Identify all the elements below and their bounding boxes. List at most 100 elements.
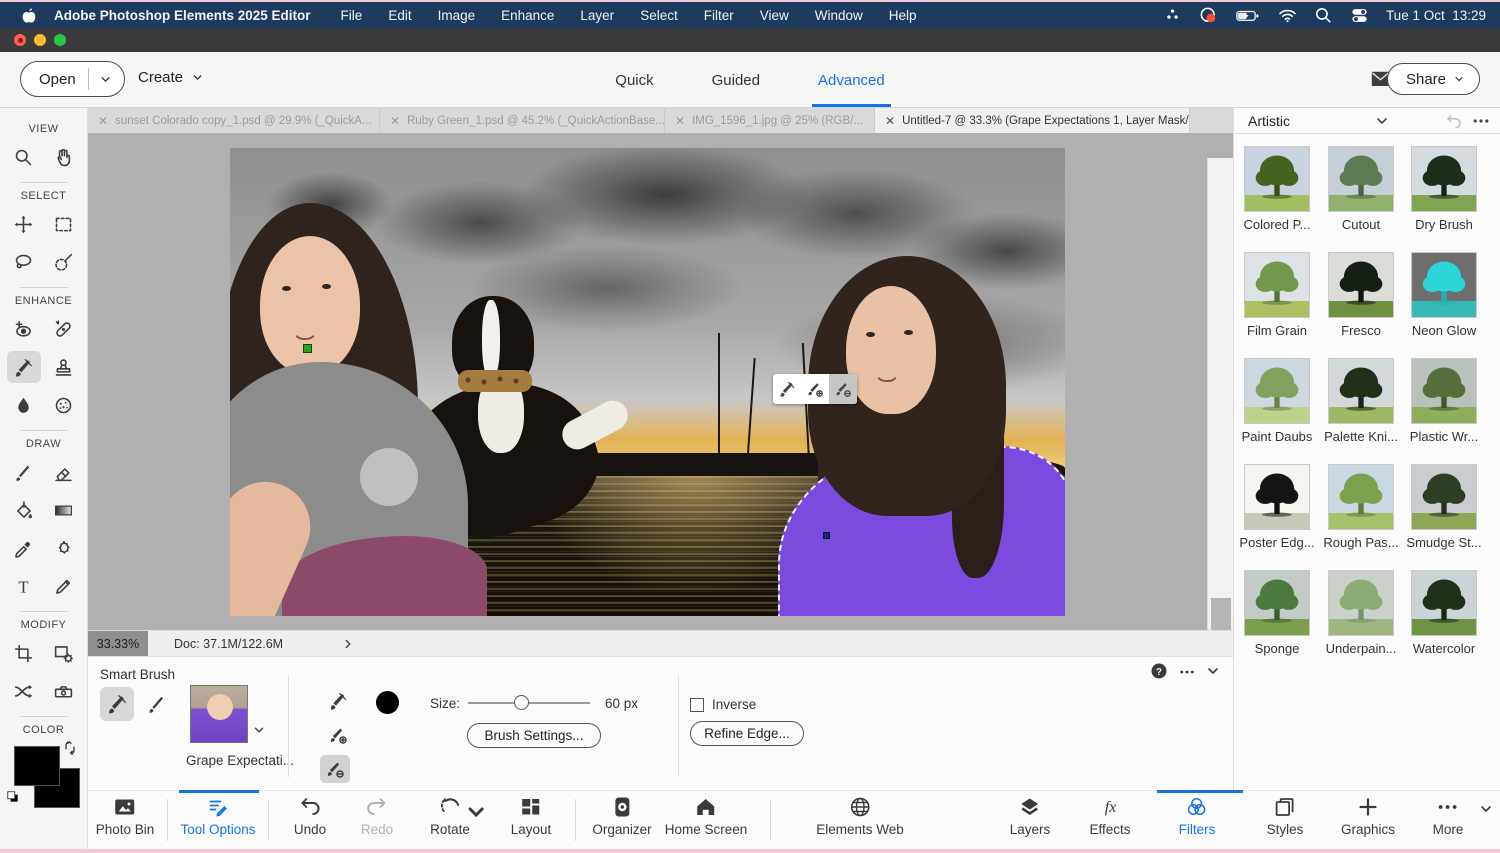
new-selection-button[interactable] [323,687,353,715]
menu-filter[interactable]: Filter [704,8,734,23]
tab-close-icon[interactable]: ✕ [675,114,685,128]
panel-options-icon[interactable] [1178,663,1196,681]
canvas-image[interactable] [230,148,1065,616]
collapse-panel-icon[interactable] [1205,663,1221,679]
spot-healing-tool[interactable] [47,313,81,345]
battery-icon[interactable] [1235,6,1261,25]
wifi-icon[interactable] [1278,6,1297,25]
organizer-button[interactable]: Organizer [592,795,651,837]
menu-enhance[interactable]: Enhance [501,8,554,23]
eyedropper-tool[interactable] [7,532,41,564]
canvas-viewport[interactable] [88,133,1233,630]
menu-layer[interactable]: Layer [580,8,614,23]
spotlight-icon[interactable] [1314,6,1333,25]
vertical-scrollbar[interactable] [1207,158,1233,630]
tab-guided[interactable]: Guided [708,54,764,107]
menu-file[interactable]: File [341,8,363,23]
panel-menu-icon[interactable] [1471,111,1491,131]
menu-window[interactable]: Window [815,8,863,23]
red-eye-tool[interactable] [7,313,41,345]
recompose-tool[interactable] [47,637,81,669]
detail-smart-brush-mode-button[interactable] [140,687,174,721]
reset-filter-icon[interactable] [1445,112,1463,130]
preset-thumbnail[interactable] [190,685,248,743]
filter-thumbnail[interactable] [1244,570,1310,636]
apps-cluster-icon[interactable] [1163,6,1182,25]
crop-tool[interactable] [7,637,41,669]
inverse-checkbox[interactable] [690,698,704,712]
menu-help[interactable]: Help [889,8,917,23]
add-to-selection-button[interactable] [323,721,353,749]
document-tab[interactable]: ✕IMG_1596_1.jpg @ 25% (RGB/... [665,108,875,133]
filter-thumbnail[interactable] [1411,464,1477,530]
zoom-window-button[interactable] [54,34,66,46]
move-tool[interactable] [7,208,41,240]
pencil-tool[interactable] [47,570,81,602]
graphics-button[interactable]: Graphics [1341,795,1395,837]
document-tab[interactable]: ✕Ruby Green_1.psd @ 45.2% (_QuickActionB… [380,108,665,133]
screen-record-icon[interactable] [1199,6,1218,25]
undo-button[interactable]: Undo [294,795,326,837]
refine-edge-button[interactable]: Refine Edge... [690,721,804,746]
close-window-button[interactable] [14,34,26,46]
quick-selection-tool[interactable] [47,246,81,278]
status-expand-icon[interactable] [341,637,355,651]
more-expand-icon[interactable] [1478,801,1494,817]
lasso-tool[interactable] [7,246,41,278]
apple-menu-icon[interactable] [14,6,44,25]
marquee-tool[interactable] [47,208,81,240]
document-tab-active[interactable]: ✕Untitled-7 @ 33.3% (Grape Expectations … [875,108,1190,133]
help-icon[interactable]: ? [1150,662,1168,680]
category-dropdown-icon[interactable] [1374,113,1390,129]
tool-options-button[interactable]: Tool Options [180,795,255,837]
filter-thumbnail[interactable] [1328,252,1394,318]
menubar-clock[interactable]: Tue 1 Oct 13:29 [1386,8,1486,23]
size-slider[interactable] [468,702,590,704]
type-tool[interactable]: T [7,570,41,602]
content-aware-move-tool[interactable] [7,675,41,707]
document-tab[interactable]: ✕sunset Colorado copy_1.psd @ 29.9% (_Qu… [88,108,380,133]
gradient-tool[interactable] [47,494,81,526]
default-colors-icon[interactable] [6,790,20,804]
swap-colors-icon[interactable] [62,740,78,756]
layout-button[interactable]: Layout [511,795,552,837]
paint-bucket-tool[interactable] [7,494,41,526]
tab-close-icon[interactable]: ✕ [885,114,895,128]
zoom-level[interactable]: 33.33% [88,631,148,657]
filter-thumbnail[interactable] [1244,358,1310,424]
filter-thumbnail[interactable] [1411,252,1477,318]
filter-thumbnail[interactable] [1328,358,1394,424]
hand-tool[interactable] [47,141,81,173]
filter-thumbnail[interactable] [1411,146,1477,212]
filter-thumbnail[interactable] [1244,252,1310,318]
menu-edit[interactable]: Edit [388,8,411,23]
minimize-window-button[interactable] [34,34,46,46]
smart-brush-mode-button[interactable] [100,687,134,721]
zoom-tool[interactable] [7,141,41,173]
brush-tip-preview[interactable] [376,691,399,714]
share-button[interactable]: Share [1387,63,1480,95]
size-slider-knob[interactable] [514,695,529,710]
shape-tool[interactable] [47,532,81,564]
filter-thumbnail[interactable] [1328,570,1394,636]
effects-button[interactable]: fxEffects [1089,795,1130,837]
filter-thumbnail[interactable] [1244,146,1310,212]
filters-button[interactable]: Filters [1179,795,1216,837]
brush-settings-button[interactable]: Brush Settings... [467,723,601,748]
straighten-tool[interactable] [47,675,81,707]
styles-button[interactable]: Styles [1267,795,1304,837]
smart-brush-subtract-button[interactable] [829,374,857,404]
tab-close-icon[interactable]: ✕ [390,114,400,128]
smart-brush-new-button[interactable] [773,374,801,404]
blur-tool[interactable] [7,389,41,421]
foreground-color-swatch[interactable] [14,746,60,786]
filter-thumbnail[interactable] [1244,464,1310,530]
filter-thumbnail[interactable] [1328,146,1394,212]
preset-dropdown-icon[interactable] [252,723,266,737]
elements-web-button[interactable]: Elements Web [816,795,904,837]
filter-thumbnail[interactable] [1328,464,1394,530]
rotate-button[interactable]: Rotate [430,795,470,837]
clone-stamp-tool[interactable] [47,351,81,383]
photo-bin-button[interactable]: Photo Bin [96,795,155,837]
smart-brush-add-button[interactable] [801,374,829,404]
